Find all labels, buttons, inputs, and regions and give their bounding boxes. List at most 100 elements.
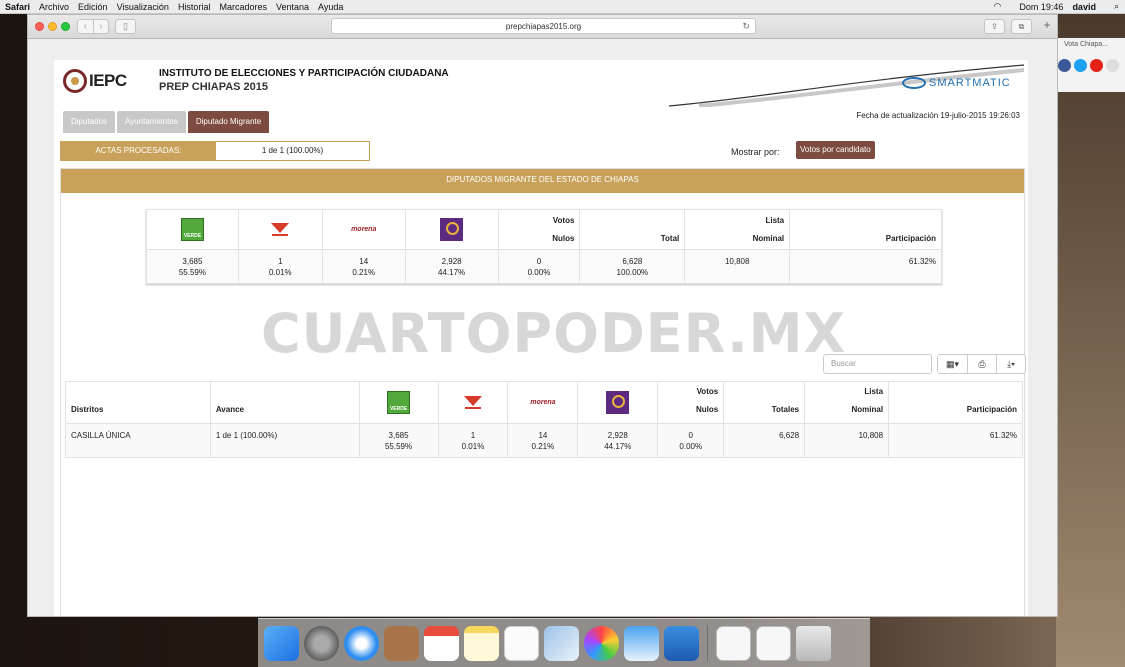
summary-lista-header: Lista Nominal (684, 209, 791, 250)
election-tabs: Diputados Ayuntamientos Diputado Migrant… (63, 111, 270, 133)
row-pri-votes: 1 (470, 431, 476, 440)
row-pri-pct: 0.01% (461, 442, 485, 451)
notes-icon[interactable] (464, 625, 499, 661)
col-verde[interactable] (358, 381, 439, 424)
wifi-icon[interactable]: ◠ (994, 1, 1002, 12)
verde-party-header (146, 209, 239, 250)
minimize-button[interactable] (48, 22, 57, 31)
spotlight-icon[interactable]: ⌕ (1114, 1, 1119, 12)
col-lista-nominal[interactable]: Lista Nominal (804, 381, 890, 424)
summary-nulos-votes: 0 (536, 257, 542, 266)
finder-icon[interactable] (264, 625, 299, 661)
summary-participacion: 61.32% (789, 249, 942, 284)
keynote-icon[interactable] (664, 625, 699, 661)
facebook-icon[interactable] (1058, 59, 1071, 72)
summary-morena: 14 0.21% (321, 249, 406, 284)
row-participacion: 61.32% (888, 423, 1023, 458)
forward-icon[interactable]: › (92, 20, 109, 33)
preview-icon[interactable] (544, 625, 579, 661)
share-icon[interactable]: ⇪ (984, 19, 1005, 34)
mostrar-label: Mostrar por: (731, 147, 780, 157)
summary-nulos-label: Nulos (552, 234, 575, 243)
sidebar-icon[interactable]: ▯ (115, 19, 136, 34)
social-icon[interactable] (1106, 59, 1119, 72)
menu-archivo[interactable]: Archivo (39, 2, 69, 12)
zoom-button[interactable] (61, 22, 70, 31)
trash-icon[interactable] (796, 625, 831, 661)
morena-party-header: morena (321, 209, 406, 250)
columns-icon[interactable]: ▦▾ (938, 355, 967, 373)
row-avance: 1 de 1 (100.00%) (209, 423, 360, 458)
menu-marcadores[interactable]: Marcadores (219, 2, 267, 12)
safari-icon[interactable] (344, 625, 379, 661)
row-mover-pct: 44.17% (604, 442, 632, 451)
export-icon[interactable]: ⤓▾ (996, 355, 1025, 373)
watermark: CUARTOPODER.MX (261, 302, 847, 365)
new-tab-icon[interactable]: + (1040, 19, 1054, 34)
mover-party-header (404, 209, 499, 250)
morena-logo-icon: morena (351, 226, 377, 234)
col-totales[interactable]: Totales (723, 381, 806, 424)
clock[interactable]: Dom 19:46 (1019, 2, 1063, 12)
search-input[interactable]: Buscar (823, 354, 932, 374)
tab-diputado-migrante[interactable]: Diputado Migrante (187, 111, 270, 133)
summary-lista-nominal: 10,808 (684, 249, 791, 284)
table-tools: ▦▾ ⎙ ⤓▾ (937, 354, 1026, 374)
col-mover[interactable] (577, 381, 659, 424)
document-icon[interactable] (716, 625, 751, 661)
menubar-status: ◠ Dom 19:46 david ⌕ (985, 1, 1125, 12)
twitter-icon[interactable] (1074, 59, 1087, 72)
lista-label: Lista (864, 387, 884, 396)
summary-participacion-header: Participación (789, 209, 942, 250)
summary-pri-pct: 0.01% (268, 268, 292, 277)
summary-nominal-label: Nominal (752, 234, 785, 243)
mover-logo-icon (440, 218, 464, 241)
col-votos-nulos[interactable]: Votos Nulos (657, 381, 725, 424)
col-participacion[interactable]: Participación (888, 381, 1023, 424)
reload-icon[interactable]: ↻ (742, 19, 750, 34)
smartmatic-logo[interactable]: SMARTMATIC (902, 77, 1011, 89)
youtube-icon[interactable] (1090, 59, 1103, 72)
url-bar[interactable]: prepchiapas2015.org ↻ (331, 18, 756, 34)
calendar-icon[interactable] (424, 625, 459, 661)
close-button[interactable] (35, 22, 44, 31)
summary-verde: 3,685 55.59% (146, 249, 239, 284)
back-icon[interactable]: ‹ (78, 20, 93, 33)
menu-historial[interactable]: Historial (178, 2, 211, 12)
photos-icon[interactable] (584, 625, 619, 661)
user-name[interactable]: david (1072, 2, 1096, 12)
menu-edicion[interactable]: Edición (78, 2, 108, 12)
col-morena[interactable]: morena (507, 381, 579, 424)
col-pri[interactable] (437, 381, 509, 424)
votos-por-candidato-button[interactable]: Votos por candidato (796, 141, 875, 159)
summary-votos-nulos-header: Votos Nulos (497, 209, 581, 250)
desktop-wallpaper (1056, 14, 1125, 667)
print-icon[interactable]: ⎙ (967, 355, 996, 373)
web-page: IEPC INSTITUTO DE ELECCIONES Y PARTICIPA… (54, 60, 1028, 616)
iepc-logo-mark (63, 69, 87, 93)
actas-label: ACTAS PROCESADAS: (61, 142, 216, 160)
launchpad-icon[interactable] (304, 625, 339, 661)
summary-pri: 1 0.01% (237, 249, 323, 284)
row-nulos-votes: 0 (688, 431, 693, 440)
actas-procesadas: ACTAS PROCESADAS: 1 de 1 (100.00%) (60, 141, 370, 161)
menu-ventana[interactable]: Ventana (276, 2, 309, 12)
nulos-label: Nulos (695, 405, 719, 414)
menu-ayuda[interactable]: Ayuda (318, 2, 343, 12)
menu-app[interactable]: Safari (5, 2, 30, 12)
contacts-icon[interactable] (384, 625, 419, 661)
textedit-icon[interactable] (624, 625, 659, 661)
col-avance[interactable]: Avance (209, 381, 360, 424)
menu-visualizacion[interactable]: Visualización (117, 2, 169, 12)
reminders-icon[interactable] (504, 625, 539, 661)
document-icon[interactable] (756, 625, 791, 661)
browser-toolbar: ‹ › ▯ prepchiapas2015.org ↻ ⇪ ⧉ + (28, 15, 1057, 39)
site-header: IEPC INSTITUTO DE ELECCIONES Y PARTICIPA… (54, 60, 1028, 107)
tabs-icon[interactable]: ⧉ (1011, 19, 1032, 34)
col-distritos[interactable]: Distritos (65, 381, 211, 424)
iepc-logo[interactable]: IEPC (63, 69, 127, 93)
tab-diputados[interactable]: Diputados (63, 111, 116, 133)
background-tab-label[interactable]: Vota Chiapa... (1058, 38, 1125, 48)
tab-ayuntamientos[interactable]: Ayuntamientos (117, 111, 186, 133)
dock-separator (707, 625, 708, 661)
